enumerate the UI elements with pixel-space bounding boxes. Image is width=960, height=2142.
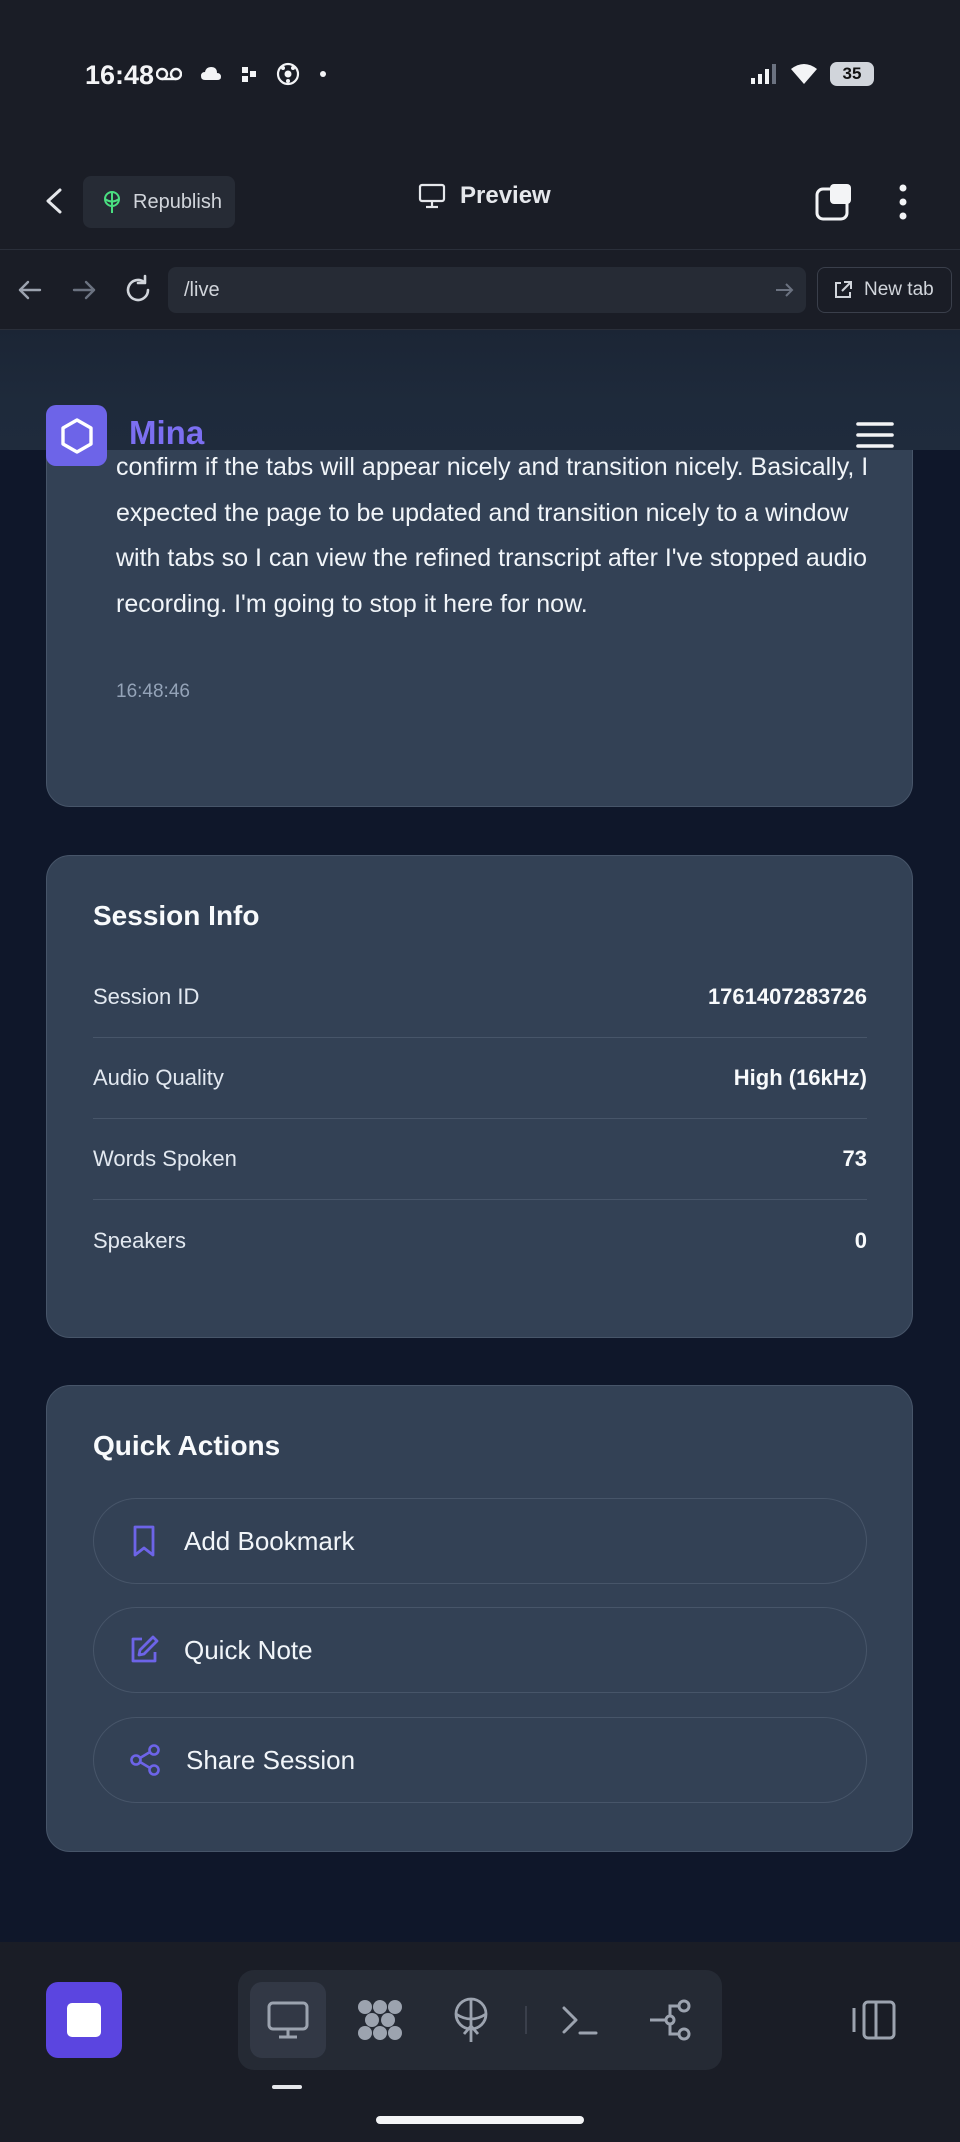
home-indicator[interactable] [376, 2116, 584, 2124]
url-input[interactable]: /live [168, 267, 806, 313]
stop-icon [67, 2003, 101, 2037]
go-arrow-icon[interactable] [772, 278, 796, 302]
quick-actions-title: Quick Actions [93, 1430, 281, 1461]
info-label: Words Spoken [93, 1146, 237, 1171]
add-bookmark-button[interactable]: Add Bookmark [93, 1498, 867, 1584]
quick-note-button[interactable]: Quick Note [93, 1607, 867, 1693]
info-row-session-id: Session ID 1761407283726 [93, 957, 867, 1038]
stop-button[interactable] [46, 1982, 122, 2058]
voicemail-icon [156, 67, 182, 81]
dock-active-indicator [272, 2085, 302, 2089]
more-menu-icon[interactable] [888, 180, 918, 224]
new-tab-button[interactable]: New tab [817, 267, 952, 313]
info-value: High (16kHz) [733, 1065, 867, 1090]
url-text: /live [184, 278, 220, 301]
info-value: 0 [854, 1227, 867, 1253]
monitor-icon [418, 183, 446, 209]
share-session-button[interactable]: Share Session [93, 1717, 867, 1803]
info-row-speakers: Speakers 0 [93, 1200, 867, 1281]
brand-name[interactable]: Mina [129, 414, 204, 452]
action-label: Share Session [186, 1744, 356, 1775]
terminal-icon[interactable] [542, 1982, 618, 2058]
status-left-icons [156, 62, 328, 86]
session-info-title: Session Info [93, 900, 260, 931]
info-row-words-spoken: Words Spoken 73 [93, 1119, 867, 1200]
republish-label: Republish [133, 190, 222, 213]
back-icon[interactable] [38, 182, 72, 220]
wifi-icon [791, 64, 817, 84]
external-link-icon [835, 281, 852, 298]
edit-icon [131, 1635, 159, 1663]
new-tab-label: New tab [864, 279, 934, 300]
bottom-dock [0, 1942, 960, 2142]
transcript-text: confirm if the tabs will appear nicely a… [116, 453, 869, 618]
bookmark-icon [133, 1525, 155, 1557]
battery-icon: 35 [830, 62, 874, 86]
action-label: Add Bookmark [184, 1525, 355, 1556]
info-label: Speakers [93, 1227, 186, 1253]
dot-icon [320, 71, 326, 77]
app-top-bar: Republish Preview [0, 150, 960, 250]
status-right-icons: 35 [750, 62, 874, 86]
deploy-icon[interactable] [433, 1982, 509, 2058]
git-icon[interactable] [632, 1982, 708, 2058]
apps-icon[interactable] [342, 1982, 418, 2058]
action-label: Quick Note [184, 1634, 313, 1665]
page-viewport: confirm if the tabs will appear nicely a… [0, 330, 960, 1942]
hamburger-menu-icon[interactable] [856, 418, 894, 452]
signal-icon [751, 64, 776, 84]
status-time: 16:48 [85, 60, 155, 90]
share-icon [130, 1744, 160, 1776]
hexagon-icon [60, 417, 93, 454]
info-label: Session ID [93, 984, 200, 1009]
republish-button[interactable]: Republish [83, 176, 235, 228]
app-icon [242, 67, 256, 82]
republish-icon [104, 191, 120, 213]
preview-label: Preview [460, 182, 551, 209]
quick-actions-card: Quick Actions Add Bookmark Quick Note Sh… [46, 1385, 913, 1852]
dock-separator [525, 2006, 527, 2034]
soccer-icon [276, 62, 300, 86]
refresh-icon[interactable] [120, 272, 156, 308]
info-label: Audio Quality [93, 1065, 224, 1090]
dock-tool-group [238, 1970, 722, 2070]
side-panel-icon[interactable] [850, 1998, 898, 2042]
browser-bar: /live New tab [0, 250, 960, 330]
info-value: 73 [842, 1146, 867, 1171]
info-value: 1761407283726 [707, 984, 867, 1009]
browser-back-icon[interactable] [12, 272, 48, 308]
preview-title[interactable]: Preview [418, 182, 551, 210]
brand-logo[interactable] [46, 405, 107, 466]
status-bar: 16:48 35 [0, 0, 960, 150]
transcript-timestamp: 16:48:46 [116, 681, 190, 702]
info-row-audio-quality: Audio Quality High (16kHz) [93, 1038, 867, 1119]
browser-forward-icon[interactable] [66, 272, 102, 308]
tabs-icon[interactable] [814, 182, 854, 222]
session-info-card: Session Info Session ID 1761407283726 Au… [46, 855, 913, 1338]
desktop-icon[interactable] [250, 1982, 326, 2058]
weather-icon [201, 67, 221, 80]
